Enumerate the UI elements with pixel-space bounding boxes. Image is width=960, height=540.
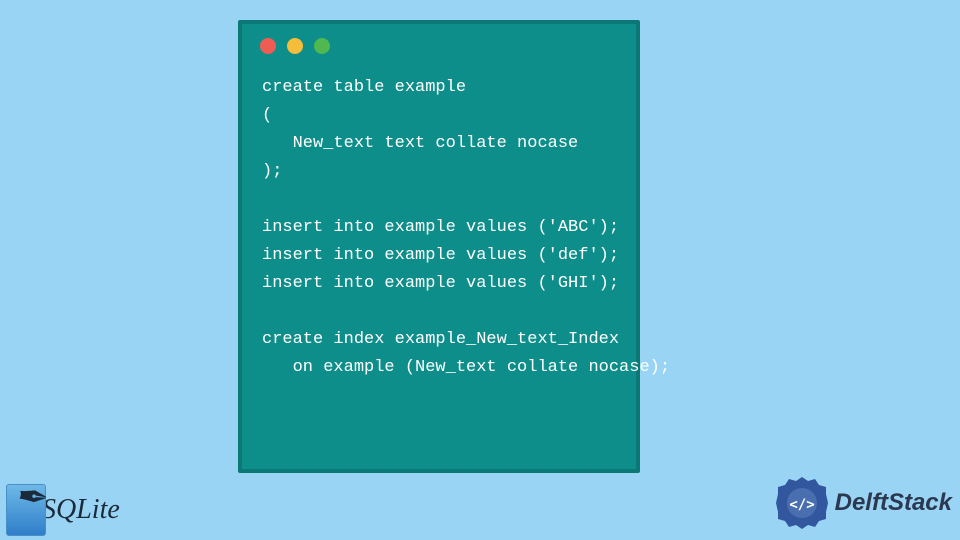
- maximize-icon[interactable]: [314, 38, 330, 54]
- svg-text:</>: </>: [789, 497, 814, 513]
- window-titlebar: [242, 24, 636, 60]
- sqlite-logo: ✒ SQLite: [6, 484, 120, 536]
- feather-icon: ✒: [15, 477, 51, 518]
- sqlite-box-icon: ✒: [6, 484, 46, 536]
- sqlite-label: SQLite: [42, 494, 120, 526]
- minimize-icon[interactable]: [287, 38, 303, 54]
- delftstack-gear-icon: </>: [775, 476, 829, 530]
- delftstack-label: DelftStack: [835, 489, 952, 517]
- delftstack-logo: </> DelftStack: [775, 476, 952, 530]
- close-icon[interactable]: [260, 38, 276, 54]
- code-block: create table example ( New_text text col…: [242, 60, 636, 383]
- code-window: create table example ( New_text text col…: [238, 20, 640, 473]
